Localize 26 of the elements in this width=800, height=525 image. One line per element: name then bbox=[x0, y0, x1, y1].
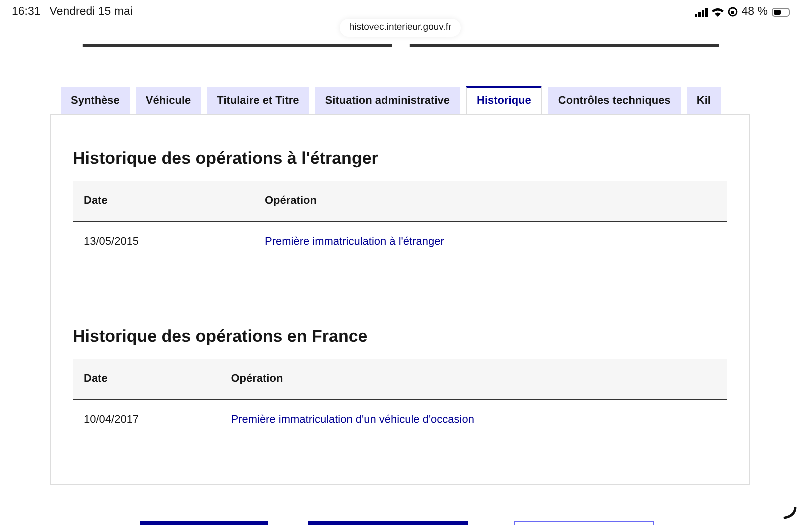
tab[interactable]: Kil bbox=[686, 87, 721, 114]
url-field[interactable]: histovec.interieur.gouv.fr bbox=[340, 19, 461, 37]
column-header: Date bbox=[73, 181, 254, 222]
wifi-icon bbox=[712, 8, 724, 16]
tab[interactable]: Contrôles techniques bbox=[548, 87, 681, 114]
orientation-lock-icon bbox=[728, 7, 738, 17]
tab[interactable]: Situation administrative bbox=[315, 87, 460, 114]
column-header: Opération bbox=[254, 181, 727, 222]
clock-time: 16:31 bbox=[12, 6, 41, 18]
date-cell: 13/05/2015 bbox=[84, 236, 140, 248]
battery-percent: 48 % bbox=[742, 6, 768, 18]
tab[interactable]: Véhicule bbox=[136, 87, 202, 114]
tab[interactable]: Historique bbox=[466, 86, 542, 114]
loading-spinner-icon bbox=[783, 507, 797, 519]
section-heading: Historique des opérations à l'étranger bbox=[73, 149, 380, 169]
tab[interactable]: Synthèse bbox=[61, 87, 130, 114]
signal-icon bbox=[694, 8, 708, 16]
column-header: Date bbox=[73, 359, 220, 400]
tab[interactable]: Titulaire et Titre bbox=[207, 87, 310, 114]
date-cell: 10/04/2017 bbox=[84, 414, 140, 426]
operation-link[interactable]: Première immatriculation à l'étranger bbox=[264, 236, 444, 248]
battery-icon bbox=[772, 8, 790, 16]
column-header: Opération bbox=[220, 359, 727, 400]
operation-link[interactable]: Première immatriculation d'un véhicule d'occasion bbox=[231, 414, 474, 426]
date-text: Vendredi 15 mai bbox=[50, 6, 133, 18]
section-heading: Historique des opérations en France bbox=[73, 327, 369, 347]
